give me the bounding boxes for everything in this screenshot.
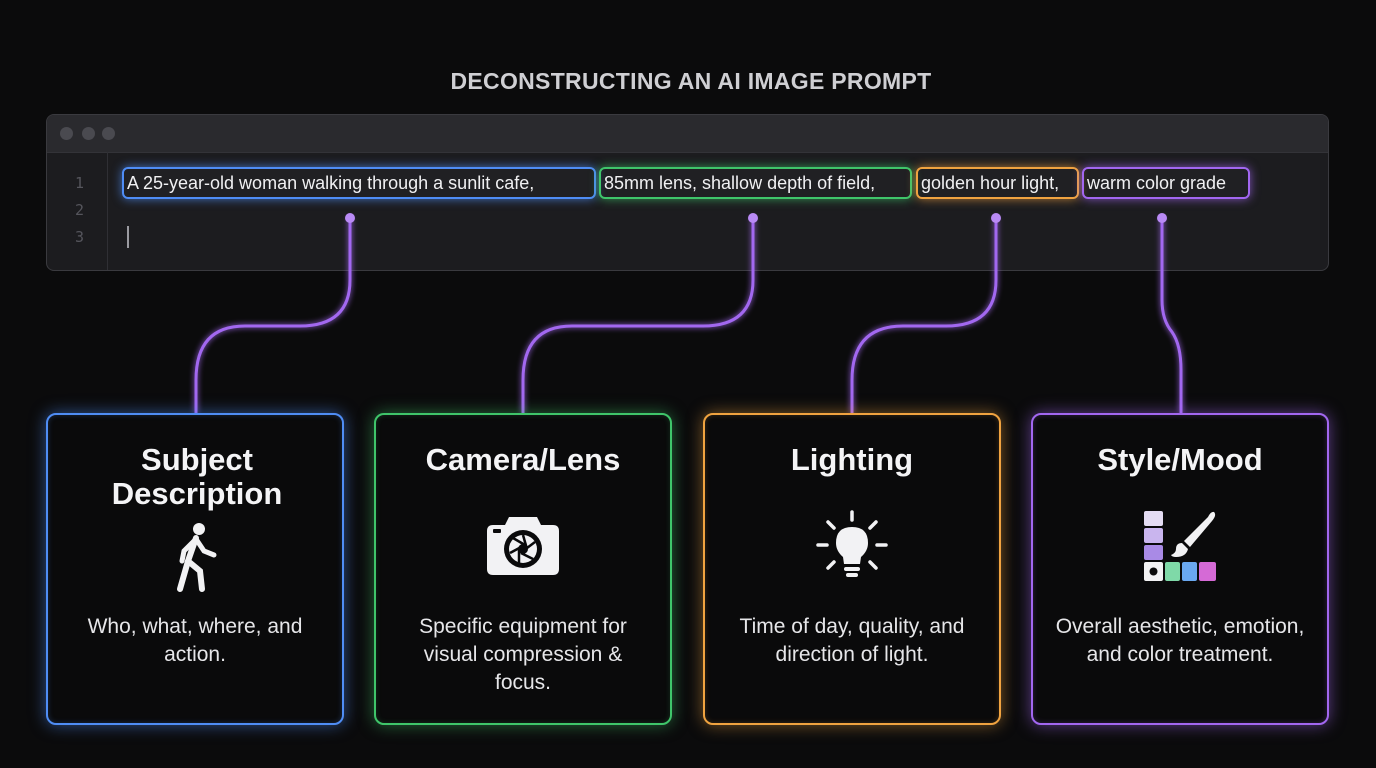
card-title: Lighting: [790, 442, 914, 477]
card-lighting: Lighting Time of day, quality, and direc…: [703, 413, 1001, 725]
connector-dot: [345, 213, 355, 223]
palette-brush-icon: [1142, 509, 1218, 590]
card-description: Who, what, where, and action.: [87, 615, 303, 666]
walking-person-icon: [172, 521, 218, 598]
card-title: Style/Mood: [1097, 442, 1263, 477]
card-style-mood: Style/Mood Overall aesthetic, emotion, a…: [1031, 413, 1329, 725]
connector-dot: [991, 213, 1001, 223]
card-title: Camera/Lens: [425, 442, 621, 477]
connector-subject: [194, 218, 352, 413]
connector-dot: [748, 213, 758, 223]
card-description: Overall aesthetic, emotion, and color tr…: [1055, 615, 1305, 666]
lightbulb-icon: [815, 509, 889, 588]
connector-dot: [1157, 213, 1167, 223]
card-description: Time of day, quality, and direction of l…: [739, 615, 965, 666]
card-description: Specific equipment for visual compressio…: [419, 615, 627, 694]
connector-style: [1160, 218, 1183, 413]
camera-icon: [483, 513, 563, 584]
card-camera-lens: Camera/Lens Specific equipment for visua…: [374, 413, 672, 725]
connector-lighting: [850, 218, 998, 413]
card-title: Subject Description: [111, 442, 283, 511]
connector-camera: [521, 218, 755, 413]
card-subject-description: Subject Description Who, what, where, an…: [46, 413, 344, 725]
